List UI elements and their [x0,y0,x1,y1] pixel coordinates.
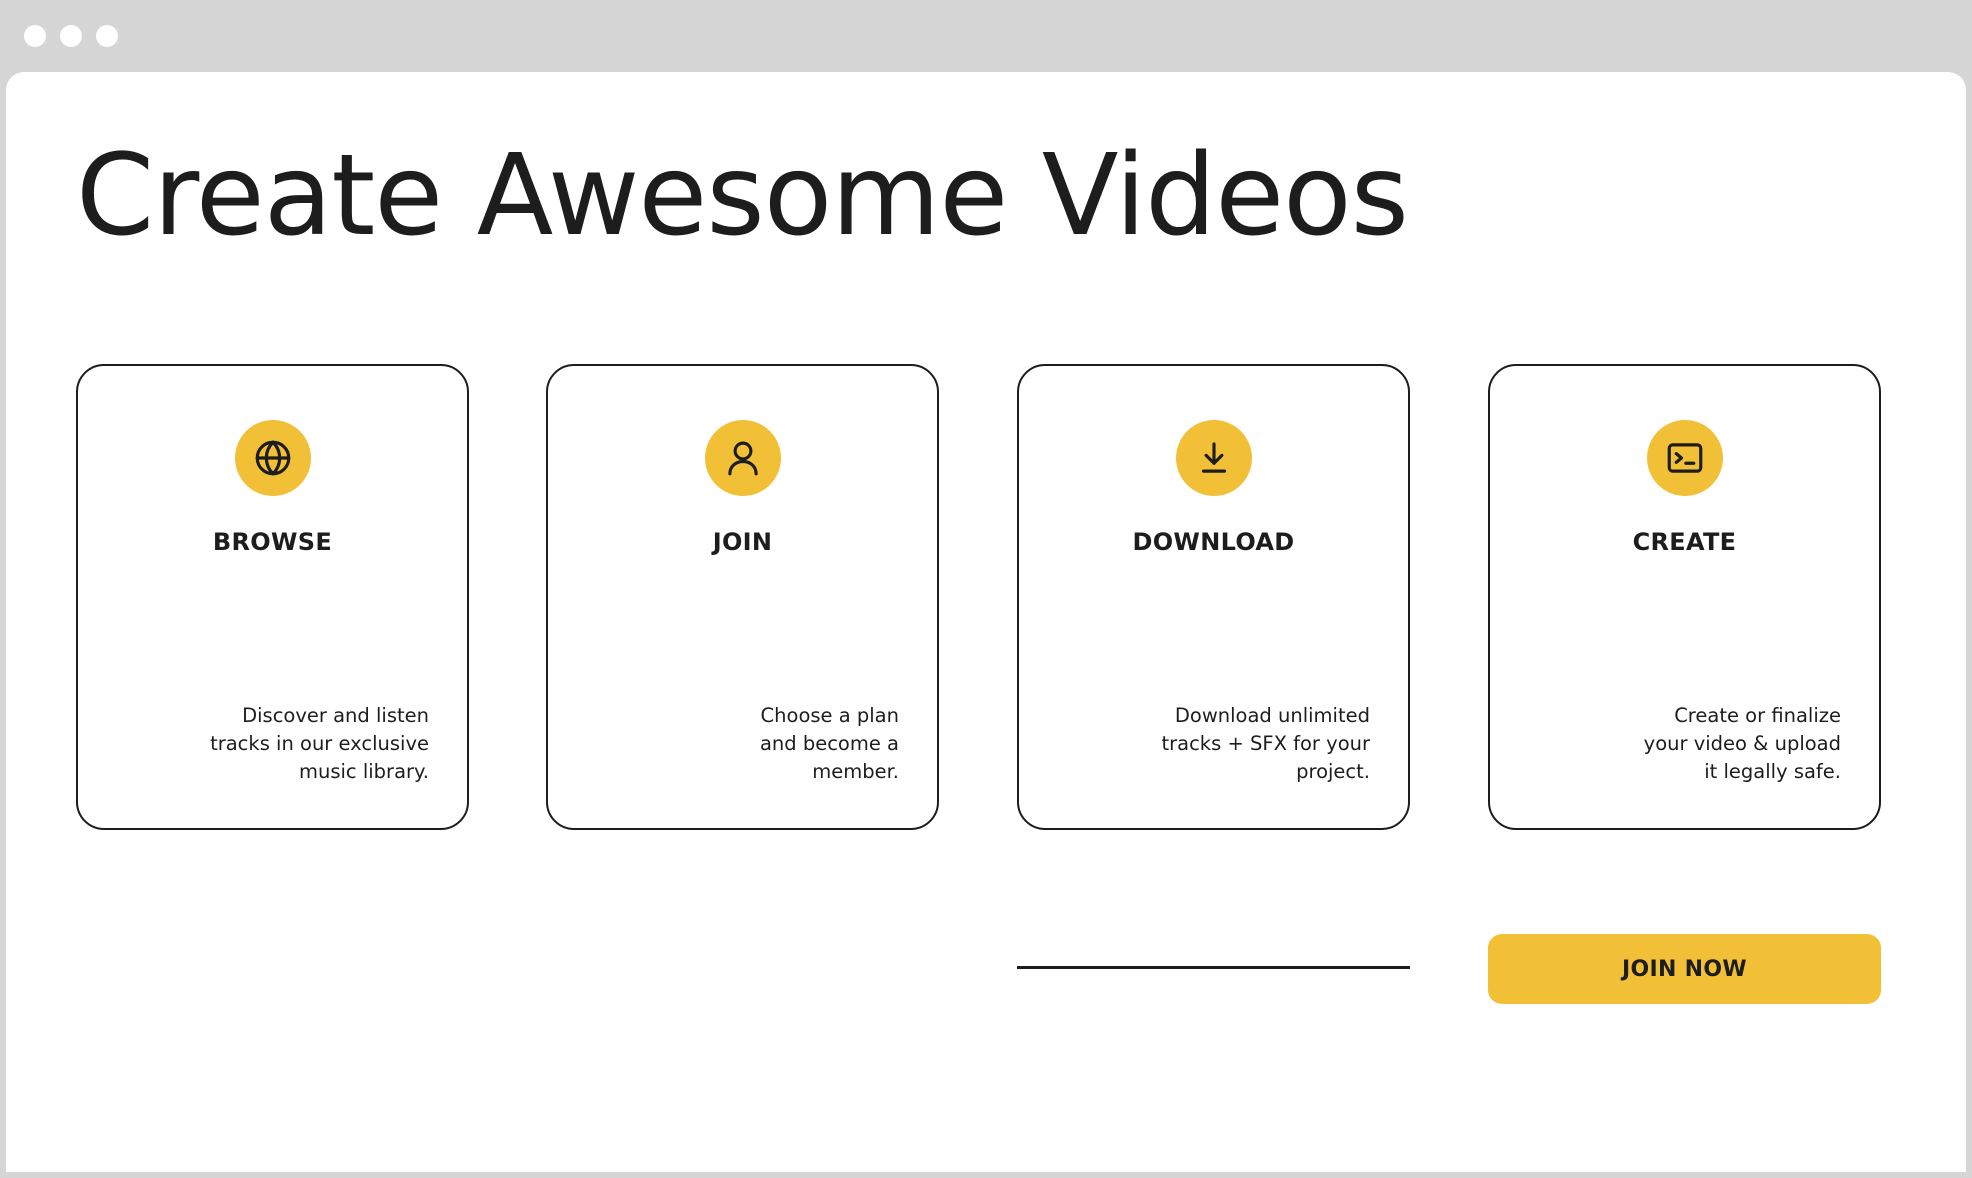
globe-icon [234,420,311,496]
card-title: DOWNLOAD [1132,528,1295,556]
card-download[interactable]: DOWNLOAD Download unlimited tracks + SFX… [1017,364,1410,830]
card-title: BROWSE [212,528,333,556]
divider-line [1017,966,1410,969]
card-join[interactable]: JOIN Choose a plan and become a member. [546,364,939,830]
window-close-dot[interactable] [24,25,46,47]
join-now-button[interactable]: JOIN NOW [1488,934,1881,1004]
browser-window: Create Awesome Videos BROWSE Discover an… [0,0,1972,1178]
user-icon [704,420,781,496]
window-minimize-dot[interactable] [60,25,82,47]
card-title: CREATE [1632,528,1737,556]
card-browse[interactable]: BROWSE Discover and listen tracks in our… [76,364,469,830]
card-description: Choose a plan and become a member. [759,704,899,783]
window-titlebar [0,0,1972,72]
card-create[interactable]: CREATE Create or finalize your video & u… [1488,364,1881,830]
card-description: Create or finalize your video & upload i… [1643,704,1841,783]
card-title: JOIN [712,528,773,556]
window-maximize-dot[interactable] [96,25,118,47]
download-icon [1175,420,1252,496]
page-title: Create Awesome Videos [76,131,1409,261]
card-description: Discover and listen tracks in our exclus… [210,704,429,783]
card-description: Download unlimited tracks + SFX for your… [1161,704,1370,783]
terminal-icon [1646,420,1723,496]
